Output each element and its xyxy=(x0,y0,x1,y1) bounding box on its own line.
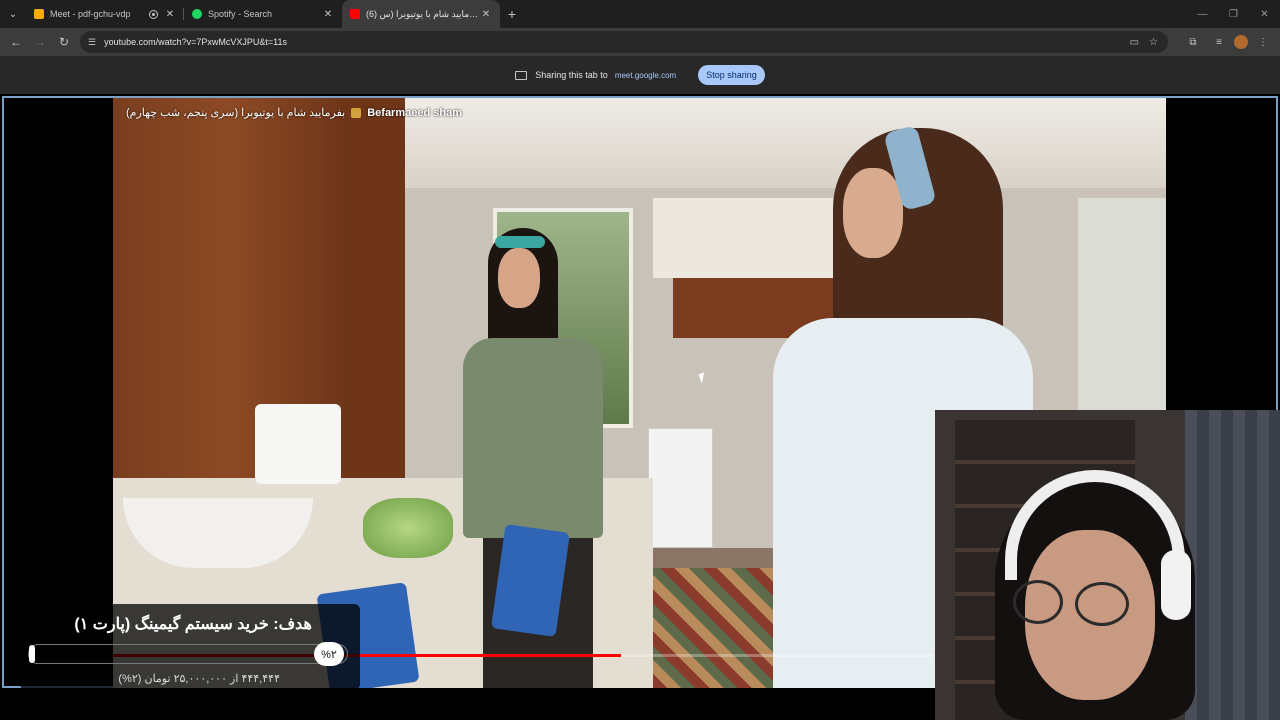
dishwasher xyxy=(648,428,713,548)
tab-title: Meet - pdf-gchu-vdp xyxy=(50,9,131,19)
tab-title: (6) بفرمایید شام با یوتیوبرا (س... xyxy=(366,8,480,19)
profile-avatar[interactable] xyxy=(1234,35,1248,49)
salad-bowl xyxy=(363,498,453,558)
recording-icon xyxy=(149,9,158,19)
browser-toolbar: ← → ↻ ☰ youtube.com/watch?v=7PxwMcVXJPU&… xyxy=(0,28,1280,56)
youtube-favicon-icon xyxy=(350,9,360,19)
restore-icon[interactable]: ❐ xyxy=(1218,0,1249,28)
channel-name[interactable]: Befarmaeed sham xyxy=(367,107,462,119)
site-info-icon[interactable]: ☰ xyxy=(88,37,96,48)
goal-progress-track xyxy=(28,644,348,664)
close-tab-icon[interactable]: ✕ xyxy=(164,9,176,20)
close-tab-icon[interactable]: ✕ xyxy=(480,9,492,20)
paper-towel xyxy=(255,404,341,484)
forward-icon[interactable]: → xyxy=(28,30,52,54)
url-text: youtube.com/watch?v=7PxwMcVXJPU&t=11s xyxy=(104,37,287,47)
reload-icon[interactable]: ↻ xyxy=(52,30,76,54)
address-bar[interactable]: ☰ youtube.com/watch?v=7PxwMcVXJPU&t=11s … xyxy=(80,31,1168,53)
face xyxy=(843,168,903,258)
tab-sharing-bar: Sharing this tab to meet.google.com Stop… xyxy=(0,56,1280,94)
tab-search-icon[interactable]: ⌄ xyxy=(0,0,26,28)
goal-percent-badge: %۲ xyxy=(314,642,344,666)
cast-icon[interactable]: ▭ xyxy=(1130,37,1139,48)
video-title-bar[interactable]: بفرمایید شام با یوتیوبرا (سری پنجم، شب چ… xyxy=(126,106,462,120)
video-title[interactable]: بفرمایید شام با یوتیوبرا (سری پنجم، شب چ… xyxy=(126,106,345,119)
webcam-overlay xyxy=(935,410,1280,720)
close-tab-icon[interactable]: ✕ xyxy=(322,9,334,20)
donation-goal-overlay: هدف: خرید سیستم گیمینگ (پارت ۱) %۲ ۴۴۴,۴… xyxy=(20,604,360,690)
new-tab-icon[interactable]: + xyxy=(500,6,524,22)
tab-strip: ⌄ Meet - pdf-gchu-vdp ✕ Spotify - Search… xyxy=(0,0,1280,28)
glasses-right xyxy=(1075,582,1129,626)
headband xyxy=(495,236,545,248)
sharing-label: Sharing this tab to xyxy=(535,70,608,80)
curtain xyxy=(1185,410,1280,720)
channel-avatar-icon[interactable] xyxy=(351,107,362,118)
glasses-left xyxy=(1013,580,1063,624)
goal-progress-fill xyxy=(29,645,36,663)
tab-spotify[interactable]: Spotify - Search ✕ xyxy=(184,0,342,28)
shirt xyxy=(463,338,603,538)
goal-title: هدف: خرید سیستم گیمینگ (پارت ۱) xyxy=(74,616,312,633)
spotify-favicon-icon xyxy=(192,9,202,19)
extensions-icon[interactable]: ⧉ xyxy=(1182,31,1204,53)
menu-kebab-icon[interactable]: ⋮ xyxy=(1252,31,1274,53)
window-controls: — ❐ ✕ xyxy=(1187,0,1280,28)
sharing-host-link[interactable]: meet.google.com xyxy=(615,71,676,80)
video-stage[interactable]: بفرمایید شام با یوتیوبرا (سری پنجم، شب چ… xyxy=(0,94,1280,720)
tab-youtube[interactable]: (6) بفرمایید شام با یوتیوبرا (س... ✕ xyxy=(342,0,500,28)
back-icon[interactable]: ← xyxy=(4,30,28,54)
screen-share-icon xyxy=(515,70,528,80)
media-controls-icon[interactable]: ≡ xyxy=(1208,31,1230,53)
chevron-up-icon[interactable]: ⌃ xyxy=(632,666,640,677)
face xyxy=(498,248,540,308)
tab-meet[interactable]: Meet - pdf-gchu-vdp ✕ xyxy=(26,0,184,28)
goal-amount: ۴۴۴,۴۴۴ از ۲۵,۰۰۰,۰۰۰ تومان (۲%) xyxy=(118,673,280,685)
stop-sharing-button[interactable]: Stop sharing xyxy=(698,65,765,85)
meet-favicon-icon xyxy=(34,9,44,19)
bookmark-star-icon[interactable]: ☆ xyxy=(1149,37,1158,48)
close-window-icon[interactable]: ✕ xyxy=(1249,0,1280,28)
tab-title: Spotify - Search xyxy=(208,9,273,19)
headset-earcup xyxy=(1161,550,1191,620)
minimize-icon[interactable]: — xyxy=(1187,0,1218,28)
mouse-cursor-icon xyxy=(698,372,708,384)
